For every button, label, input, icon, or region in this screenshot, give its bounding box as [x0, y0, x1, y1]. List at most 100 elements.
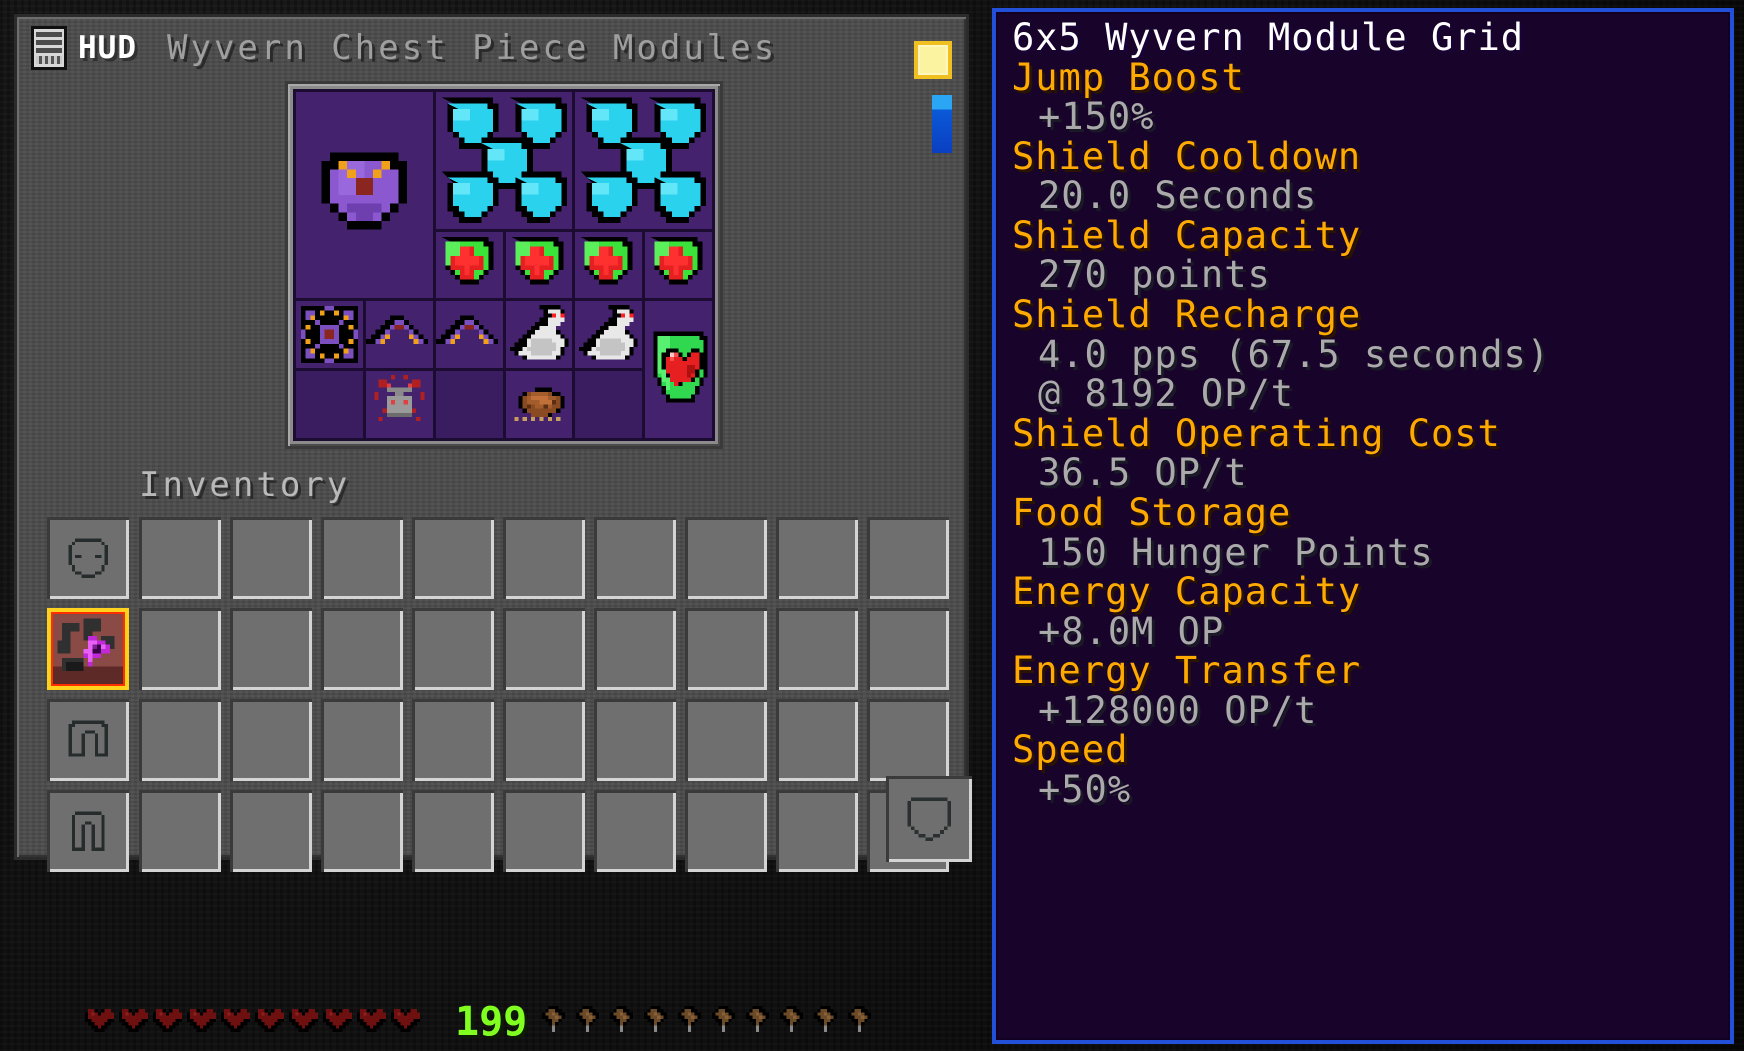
module-shield-recovery-1[interactable] — [435, 231, 503, 299]
hunger-bar — [538, 1006, 875, 1035]
module-shield-recovery-4[interactable] — [645, 231, 712, 299]
health-bar — [84, 1006, 421, 1035]
stat-value-energy-capacity: +8.0M OP — [1038, 609, 1225, 653]
boots-slot[interactable] — [47, 790, 129, 872]
info-toggle-button[interactable] — [932, 95, 952, 153]
hotbar-slot[interactable] — [321, 790, 403, 872]
inventory-slot[interactable] — [321, 699, 403, 781]
hotbar-slot[interactable] — [139, 790, 221, 872]
hotbar-slot[interactable] — [594, 790, 676, 872]
inventory-slot[interactable] — [867, 608, 949, 690]
drumstick-icon — [572, 1006, 603, 1035]
hotbar-slot[interactable] — [776, 790, 858, 872]
inventory-slot[interactable] — [685, 699, 767, 781]
heart-icon — [288, 1006, 319, 1035]
helmet-slot[interactable] — [47, 517, 129, 599]
hotbar-grid — [139, 790, 949, 872]
module-shield-recovery-2[interactable] — [505, 231, 573, 299]
module-slot-empty-r5c5[interactable] — [575, 371, 643, 438]
shield-green-cross-icon — [575, 232, 642, 299]
stat-value-shield-capacity: 270 points — [1038, 253, 1271, 297]
modular-armor-gui: HUD Wyvern Chest Piece Modules Inventory — [14, 14, 972, 872]
module-grid — [293, 89, 715, 441]
inventory-slot[interactable] — [321, 517, 403, 599]
inventory-slot[interactable] — [412, 699, 494, 781]
inventory-slot[interactable] — [230, 517, 312, 599]
heart-icon — [322, 1006, 353, 1035]
offhand-slot[interactable] — [886, 776, 972, 862]
core-starburst-icon — [296, 301, 363, 368]
module-speed-2[interactable] — [575, 301, 643, 369]
wyvern-chestplate-icon — [53, 614, 123, 684]
anvil-redstone-icon — [366, 371, 433, 438]
inventory-slot[interactable] — [685, 517, 767, 599]
inventory-slot[interactable] — [412, 517, 494, 599]
hotbar-slot[interactable] — [503, 790, 585, 872]
inventory-slot[interactable] — [139, 608, 221, 690]
inventory-slot[interactable] — [594, 699, 676, 781]
inventory-slot[interactable] — [139, 517, 221, 599]
inventory-slot[interactable] — [230, 608, 312, 690]
drumstick-icon — [708, 1006, 739, 1035]
stat-name-energy-capacity: Energy Capacity — [1012, 570, 1362, 614]
hotbar-slot[interactable] — [685, 790, 767, 872]
boots-icon — [47, 790, 129, 872]
inventory-slot[interactable] — [503, 699, 585, 781]
inventory-slot[interactable] — [685, 608, 767, 690]
leggings-icon — [47, 699, 129, 781]
hud-toggle-icon[interactable] — [31, 26, 67, 70]
rabbit-icon — [506, 301, 573, 368]
inventory-slot[interactable] — [230, 699, 312, 781]
module-food-storage[interactable] — [505, 371, 573, 438]
inventory-grid — [139, 517, 949, 781]
module-draconic-core-1[interactable] — [296, 301, 363, 369]
module-jump-boost-1[interactable] — [365, 301, 433, 369]
module-energy-storage-2[interactable] — [575, 92, 712, 229]
drumstick-icon — [538, 1006, 569, 1035]
stat-value-shield-operating-cost: 36.5 OP/t — [1038, 451, 1248, 495]
stat-value-speed: +50% — [1038, 767, 1132, 811]
inventory-slot[interactable] — [776, 608, 858, 690]
gui-title: Wyvern Chest Piece Modules — [167, 28, 778, 68]
hotbar-slot[interactable] — [230, 790, 312, 872]
heart-icon — [254, 1006, 285, 1035]
heart-icon — [152, 1006, 183, 1035]
stat-value-jump-boost: +150% — [1038, 95, 1155, 139]
shield-outline-icon — [886, 776, 972, 862]
inventory-slot[interactable] — [776, 517, 858, 599]
inventory-slot[interactable] — [867, 517, 949, 599]
chestplate-slot[interactable] — [47, 608, 129, 690]
module-slot-empty-r5c3[interactable] — [435, 371, 503, 438]
heart-icon — [84, 1006, 115, 1035]
module-speed-1[interactable] — [505, 301, 573, 369]
module-shield-wyvern[interactable] — [296, 92, 433, 299]
inventory-slot[interactable] — [503, 608, 585, 690]
stat-value-shield-cooldown: 20.0 Seconds — [1038, 174, 1318, 218]
inventory-slot[interactable] — [503, 517, 585, 599]
stat-name-shield-cooldown: Shield Cooldown — [1012, 134, 1362, 178]
inventory-label: Inventory — [139, 465, 351, 505]
inventory-slot[interactable] — [594, 517, 676, 599]
module-flight[interactable] — [365, 371, 433, 438]
inventory-slot[interactable] — [139, 699, 221, 781]
drumstick-icon — [776, 1006, 807, 1035]
tooltip-title: 6x5 Wyvern Module Grid — [1012, 16, 1525, 59]
drumstick-icon — [640, 1006, 671, 1035]
drumstick-icon — [844, 1006, 875, 1035]
inventory-slot[interactable] — [867, 699, 949, 781]
inventory-slot[interactable] — [594, 608, 676, 690]
inventory-slot[interactable] — [776, 699, 858, 781]
module-slot-empty-r5c1[interactable] — [296, 371, 363, 438]
stat-value-food-storage: 150 Hunger Points — [1038, 530, 1434, 574]
shield-green-cross-icon — [645, 232, 712, 299]
module-shield-recovery-3[interactable] — [575, 231, 643, 299]
module-jump-boost-2[interactable] — [435, 301, 503, 369]
inventory-slot[interactable] — [412, 608, 494, 690]
leggings-slot[interactable] — [47, 699, 129, 781]
module-energy-storage-1[interactable] — [435, 92, 573, 229]
theme-toggle-button[interactable] — [914, 41, 952, 79]
module-auto-feed[interactable] — [645, 301, 712, 438]
heart-icon — [390, 1006, 421, 1035]
inventory-slot[interactable] — [321, 608, 403, 690]
hotbar-slot[interactable] — [412, 790, 494, 872]
